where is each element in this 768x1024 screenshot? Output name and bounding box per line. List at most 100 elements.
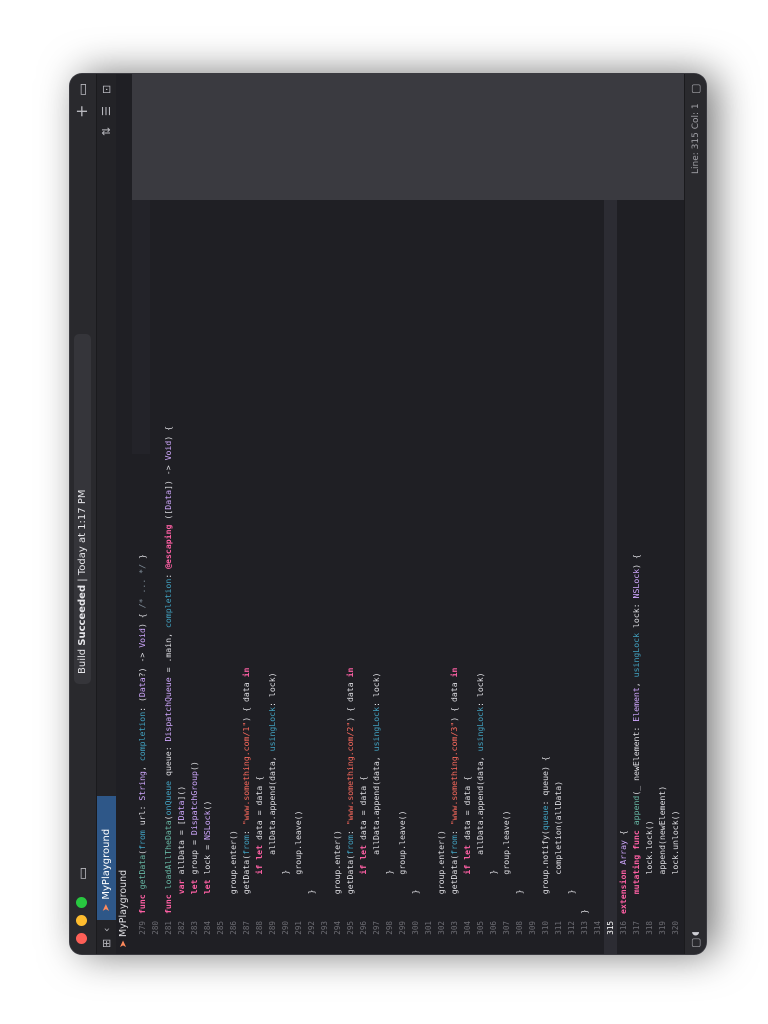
code-line: func getData(from url: String, completio…	[137, 554, 147, 914]
code-line: group.enter()	[436, 830, 446, 914]
line-number: 309	[528, 921, 537, 935]
code-line: group.enter()	[332, 830, 342, 914]
code-line: group.leave()	[293, 810, 303, 914]
line-number: 283	[190, 921, 199, 935]
code-line: var allData = [Data]()	[176, 785, 186, 895]
code-line: completion(allData)	[553, 780, 563, 914]
line-number: 289	[268, 921, 277, 935]
chevron-left-icon[interactable]: ‹	[98, 928, 116, 932]
line-number: 292	[307, 921, 316, 935]
line-number: 300	[411, 921, 420, 935]
build-status-text: Build Succeeded | Today at 1:17 PM	[74, 490, 91, 674]
debug-area-toggle-icon[interactable]: ▢	[685, 938, 706, 948]
inspector-toggle-icon[interactable]: ▭	[73, 83, 93, 96]
line-number: 295	[346, 921, 355, 935]
code-line: group.enter()	[228, 830, 238, 914]
line-number: 299	[398, 921, 407, 935]
line-number: 287	[242, 921, 251, 935]
code-line: allData.append(data, usingLock: lock)	[475, 672, 485, 914]
line-number: 282	[177, 921, 186, 935]
line-number: 307	[502, 921, 511, 935]
build-status-pill: Build Succeeded | Today at 1:17 PM	[74, 334, 91, 684]
code-line: let lock = NSLock()	[202, 800, 212, 895]
zoom-window-button[interactable]	[76, 897, 87, 908]
build-status-result: Succeeded	[77, 584, 88, 646]
line-number: 303	[450, 921, 459, 935]
code-line: extension Array {	[618, 830, 628, 914]
sidebar-toggle-icon[interactable]: ▭	[73, 867, 93, 880]
line-number: 294	[333, 921, 342, 935]
add-icon[interactable]: +	[72, 105, 92, 118]
editor-options-icon[interactable]: ☰	[98, 106, 116, 116]
code-line: }	[410, 889, 420, 914]
code-line: }	[488, 869, 498, 914]
line-number-gutter: 279 280 281 282 283 284 285 286 287 288 289 290 291 2…	[132, 918, 706, 954]
code-line: if let data = data {	[358, 775, 368, 875]
line-number: 302	[437, 921, 446, 935]
line-number: 308	[515, 921, 524, 935]
code-line: group.leave()	[397, 810, 407, 914]
code-editor[interactable]: 279 280 281 282 283 284 285 286 287 288 289 290 291 2…	[132, 74, 706, 954]
line-number: 279	[138, 921, 147, 935]
code-line: mutating func append(_ newElement: Eleme…	[631, 554, 641, 895]
results-sidebar	[132, 74, 684, 200]
tab-myplayground[interactable]: ➤ MyPlayground	[97, 796, 117, 920]
run-icon[interactable]: ◖	[685, 931, 706, 936]
panel-toggle-icon[interactable]: ▢	[685, 84, 706, 94]
code-line: getData(from: "www.something.com/2") { d…	[345, 667, 355, 914]
line-number: 280	[151, 921, 160, 935]
swap-icon[interactable]: ⇅	[98, 127, 116, 136]
line-number: 317	[632, 921, 641, 935]
line-number: 320	[671, 921, 680, 935]
line-number: 311	[554, 921, 563, 935]
xcode-window: ▭ Build Succeeded | Today at 1:17 PM + ▭…	[70, 74, 706, 954]
build-status-time: | Today at 1:17 PM	[77, 489, 88, 585]
code-line: getData(from: "www.something.com/1") { d…	[241, 667, 251, 914]
add-editor-icon[interactable]: ⊡	[98, 85, 116, 94]
line-number: 293	[320, 921, 329, 935]
line-number: 288	[255, 921, 264, 935]
code-line: allData.append(data, usingLock: lock)	[371, 672, 381, 914]
grid-icon[interactable]: ⊞	[98, 939, 116, 948]
title-bar: ▭ Build Succeeded | Today at 1:17 PM + ▭	[70, 74, 96, 954]
line-number: 301	[424, 921, 433, 935]
code-line: group.notify(queue: queue) {	[540, 756, 550, 914]
line-number: 314	[593, 921, 602, 935]
code-line: if let data = data {	[254, 775, 264, 875]
line-number: 290	[281, 921, 290, 935]
close-window-button[interactable]	[76, 933, 87, 944]
swift-file-icon: ➤	[118, 940, 129, 948]
code-line: group.leave()	[501, 810, 511, 914]
code-line: if let data = data {	[462, 775, 472, 875]
code-line: func loadAllTheData(onQueue queue: Dispa…	[163, 425, 173, 914]
code-line: }	[384, 869, 394, 914]
line-number: 298	[385, 921, 394, 935]
code-line: lock.lock()	[644, 820, 654, 914]
status-bar: ▢ ◖ Line: 315 Col: 1 ▢	[684, 74, 706, 954]
tab-label: MyPlayground	[101, 828, 112, 900]
tab-bar: ⊞ ‹ ➤ MyPlayground ⇅ ☰ ⊡	[96, 74, 118, 954]
code-line: getData(from: "www.something.com/3") { d…	[449, 667, 459, 914]
line-number: 318	[645, 921, 654, 935]
line-number: 285	[216, 921, 225, 935]
line-number: 281	[164, 921, 173, 935]
line-number: 313	[580, 921, 589, 935]
code-line: append(newElement)	[657, 785, 667, 914]
line-number: 297	[372, 921, 381, 935]
current-line-highlight	[604, 74, 617, 954]
line-number: 310	[541, 921, 550, 935]
minimize-window-button[interactable]	[76, 915, 87, 926]
code-line: }	[566, 889, 576, 914]
code-line: }	[306, 889, 316, 914]
line-number: 319	[658, 921, 667, 935]
breadcrumb: ➤ MyPlayground	[116, 74, 132, 954]
breadcrumb-item[interactable]: MyPlayground	[118, 870, 129, 937]
line-number: 306	[489, 921, 498, 935]
code-line: let group = DispatchGroup()	[189, 761, 199, 895]
swift-icon: ➤	[101, 903, 112, 912]
line-number: 284	[203, 921, 212, 935]
cursor-position: Line: 315 Col: 1	[691, 103, 701, 174]
line-number: 286	[229, 921, 238, 935]
code-line: }	[280, 869, 290, 914]
code-line: allData.append(data, usingLock: lock)	[267, 672, 277, 914]
